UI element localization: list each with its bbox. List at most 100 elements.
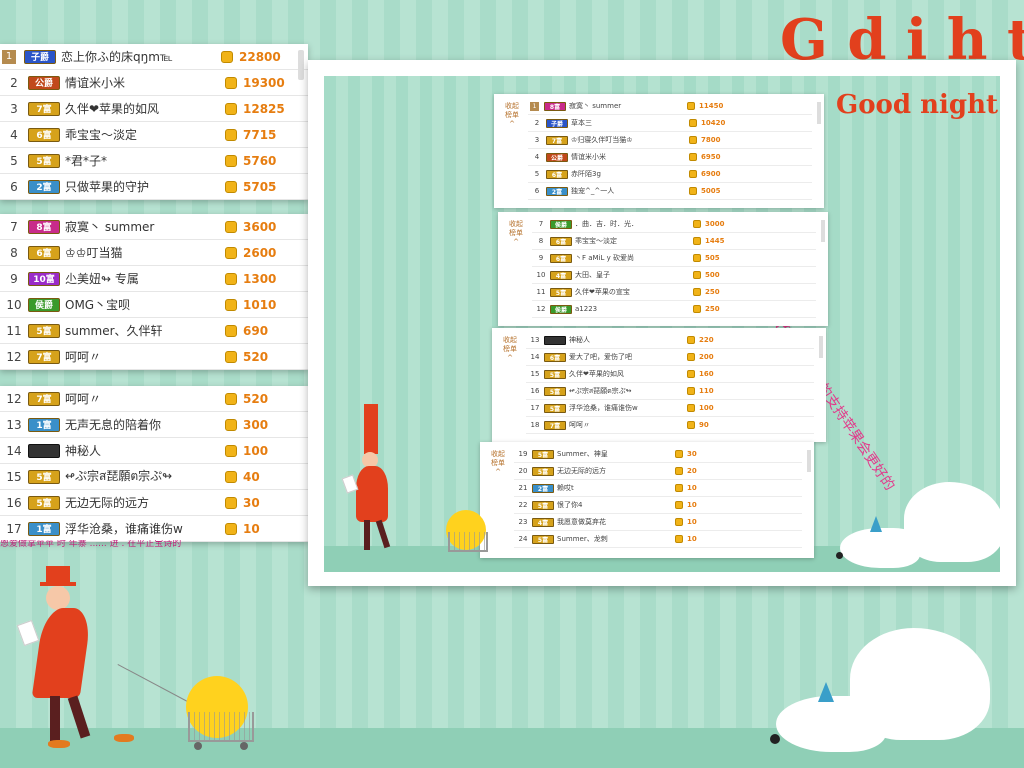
leaderboard-row: 5 5富 *君*子* 5760 [0,148,308,174]
scrollbar[interactable] [821,220,825,242]
user-name: 恨了你4 [557,501,583,509]
user-name: ↫ぷ宗ส琵願ต宗ぷ↬ [65,469,173,483]
coin-icon [689,187,697,195]
leaderboard-row: 10 4富 大田、皇子 500 [532,267,816,284]
leaderboard-row: 3 7富 久伴❤苹果的如风 12825 [0,96,308,122]
coin-icon [687,421,695,429]
framed-panel-1: 收起 榜单 ^ 1 8富 寂寞丶 summer 11450 2 子爵 草本三 10420 3 7富… [494,94,824,208]
collapse-board-button[interactable]: 收起 榜单 ^ [498,336,522,363]
leaderboard-row: 8 6富 乖宝宝～淡定 1445 [532,233,816,250]
leaderboard-row: 6 2富 只做苹果的守护 5705 [0,174,308,200]
collapse-board-button[interactable]: 收起 榜单 ^ [486,450,510,477]
user-name: ♔归寝久伴叮当猫♔ [571,136,633,144]
score-value: 220 [699,336,714,344]
leaderboard-row: 17 5富 浮华沧桑，谁痛谁伤w 100 [526,400,814,417]
score-value: 10420 [701,119,726,127]
user-name: 爱大了吧，爱伤了吧 [569,353,632,361]
leaderboard-row: 13 1富 无声无息的陪着你 300 [0,412,308,438]
score-value: 200 [699,353,714,361]
rank-badge: 5富 [28,495,60,510]
leaderboard-row: 11 5富 summer、久伴轩 690 [0,318,308,344]
rank-number: 9 [538,254,544,262]
rank-badge: 5富 [532,500,554,510]
rank-number: 19 [518,450,528,458]
leaderboard-row: 12 7富 呵呵〃 520 [0,344,308,370]
rank-badge: 子爵 [24,49,56,64]
scrollbar[interactable] [807,450,811,472]
score-value: 5760 [243,153,277,168]
coin-icon [225,128,237,141]
leaderboard-row: 8 6富 ♔♔叮当猫 2600 [0,240,308,266]
user-name: 久伴❤苹果的如风 [65,102,160,116]
user-name: 大田、皇子 [575,271,610,279]
user-name: 呵呵〃 [569,421,590,429]
score-value: 6950 [701,153,721,161]
user-name: 寂寞丶 summer [65,220,155,234]
collapse-board-button[interactable]: 收起 榜单 ^ [500,102,524,129]
score-value: 1300 [243,271,277,286]
rank-number: 23 [518,518,528,526]
score-value: 100 [243,443,269,458]
leaderboard-rows: 7 8富 寂寞丶 summer 3600 8 6富 ♔♔叮当猫 2600 9 10富 尐美妞↬ 专属… [0,214,308,370]
leaderboard-row: 16 5富 ↫ぷ宗ส琵願ต宗ぷ↬ 110 [526,383,814,400]
scrollbar[interactable] [817,102,821,124]
scrollbar[interactable] [298,50,304,80]
rank-badge: 8富 [544,101,566,111]
rank-badge: 6富 [28,245,60,260]
leaderboard-rows: 1 8富 寂寞丶 summer 11450 2 子爵 草本三 10420 3 7富 ♔归寝久伴叮当猫… [528,98,812,200]
leaderboard-panel-bottom: 12 7富 呵呵〃 520 13 1富 无声无息的陪着你 300 14 神秘人 100 15 5富 ↫ぷ宗… [0,386,308,548]
leaderboard-row: 18 7富 呵呵〃 90 [526,417,814,434]
coin-icon [693,220,701,228]
leaderboard-rows: 12 7富 呵呵〃 520 13 1富 无声无息的陪着你 300 14 神秘人 100 15 5富 ↫ぷ宗… [0,386,308,542]
coin-icon [693,271,701,279]
leaderboard-row: 10 侯爵 OMG丶宝呗 1010 [0,292,308,318]
user-name: Summer、龙刺 [557,535,608,543]
leaderboard-row: 12 7富 呵呵〃 520 [0,386,308,412]
rank-badge: 7富 [546,135,568,145]
rank-badge: 5富 [28,153,60,168]
score-value: 5705 [243,179,277,194]
score-value: 19300 [243,75,285,90]
leaderboard-row: 14 6富 爱大了吧，爱伤了吧 200 [526,349,814,366]
score-value: 22800 [239,49,281,64]
rank-badge: 8富 [28,219,60,234]
shopping-cart [188,712,254,742]
rank-number: 12 [6,391,22,406]
user-name: 恋上你ふ的床qŋm℡ [61,50,173,64]
score-value: 10 [243,521,260,536]
rank-badge: 侯爵 [550,219,572,229]
rank-number: 11 [536,288,546,296]
score-value: 520 [243,349,269,364]
leaderboard-row: 16 5富 无边无际的远方 30 [0,490,308,516]
user-name: 无边无际的远方 [65,496,150,510]
rank-badge: 5富 [544,386,566,396]
scrollbar[interactable] [819,336,823,358]
rank-badge: 6富 [550,253,572,263]
leaderboard-row: 23 4富 我愿意做莫弃花 10 [514,514,802,531]
coin-icon [225,220,237,233]
user-name: 我愿意做莫弃花 [557,518,606,526]
rank-number: 15 [530,370,540,378]
collapse-board-button[interactable]: 收起 榜单 ^ [504,220,528,247]
user-name: 乖宝宝～淡定 [65,128,138,142]
leaderboard-row: 6 2富 独宠^_^一人 5005 [528,183,812,200]
rank-badge: 6富 [544,352,566,362]
rank-badge: 4富 [532,517,554,527]
rank-badge: 1富 [28,417,60,432]
rank-badge: 5富 [550,287,572,297]
leaderboard-row: 1 子爵 恋上你ふ的床qŋm℡ 22800 [0,44,308,70]
leaderboard-row: 11 5富 久伴❤苹果の宣宝 250 [532,284,816,301]
walking-man-illustration [16,566,160,756]
coin-icon [675,484,683,492]
coin-icon [693,288,701,296]
rank-number: 1 [2,49,16,64]
coin-icon [225,298,237,311]
leaderboard-panel-middle: 7 8富 寂寞丶 summer 3600 8 6富 ♔♔叮当猫 2600 9 10富 尐美妞↬ 专属… [0,214,308,370]
leaderboard-row: 2 子爵 草本三 10420 [528,115,812,132]
user-name: 呵呵〃 [65,392,102,406]
user-name: 草本三 [571,119,592,127]
score-value: 7800 [701,136,721,144]
coin-icon [225,350,237,363]
coin-icon [225,496,237,509]
user-name: a1223 [575,305,598,313]
